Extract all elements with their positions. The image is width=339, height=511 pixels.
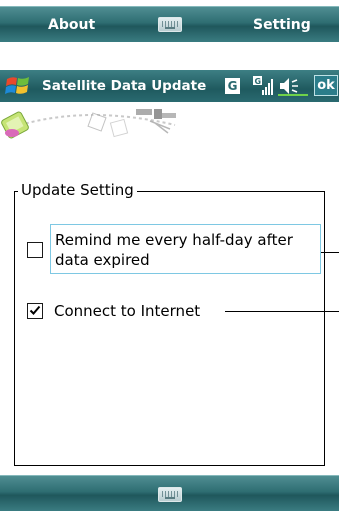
callout-line — [321, 252, 339, 253]
speaker-icon[interactable] — [278, 76, 310, 96]
gprs-g-icon: G — [225, 78, 240, 94]
keyboard-icon[interactable] — [158, 17, 182, 32]
group-title: Update Setting — [18, 180, 137, 200]
checkmark-icon — [29, 305, 41, 315]
windows-start-icon[interactable] — [4, 72, 34, 100]
satellite-banner-graphic — [1, 109, 176, 139]
keyboard-icon[interactable] — [158, 487, 182, 502]
connect-internet-label[interactable]: Connect to Internet — [54, 301, 200, 321]
remind-label[interactable]: Remind me every half-day after data expi… — [50, 224, 321, 274]
window-title: Satellite Data Update — [42, 78, 207, 94]
setting-softkey[interactable]: Setting — [253, 7, 311, 43]
bottom-menu-bar — [0, 475, 339, 511]
remind-checkbox[interactable] — [27, 242, 43, 258]
about-softkey[interactable]: About — [48, 7, 95, 43]
svg-text:G: G — [255, 77, 262, 86]
connect-internet-checkbox[interactable] — [27, 303, 43, 319]
top-menu-bar: About Setting — [0, 6, 339, 42]
title-bar: Satellite Data Update G G ok — [0, 70, 339, 102]
signal-icon[interactable]: G — [253, 76, 275, 96]
pda-device-icon — [1, 111, 29, 139]
satellite-icon — [136, 109, 176, 134]
callout-line — [225, 311, 339, 312]
ok-button[interactable]: ok — [314, 75, 338, 96]
